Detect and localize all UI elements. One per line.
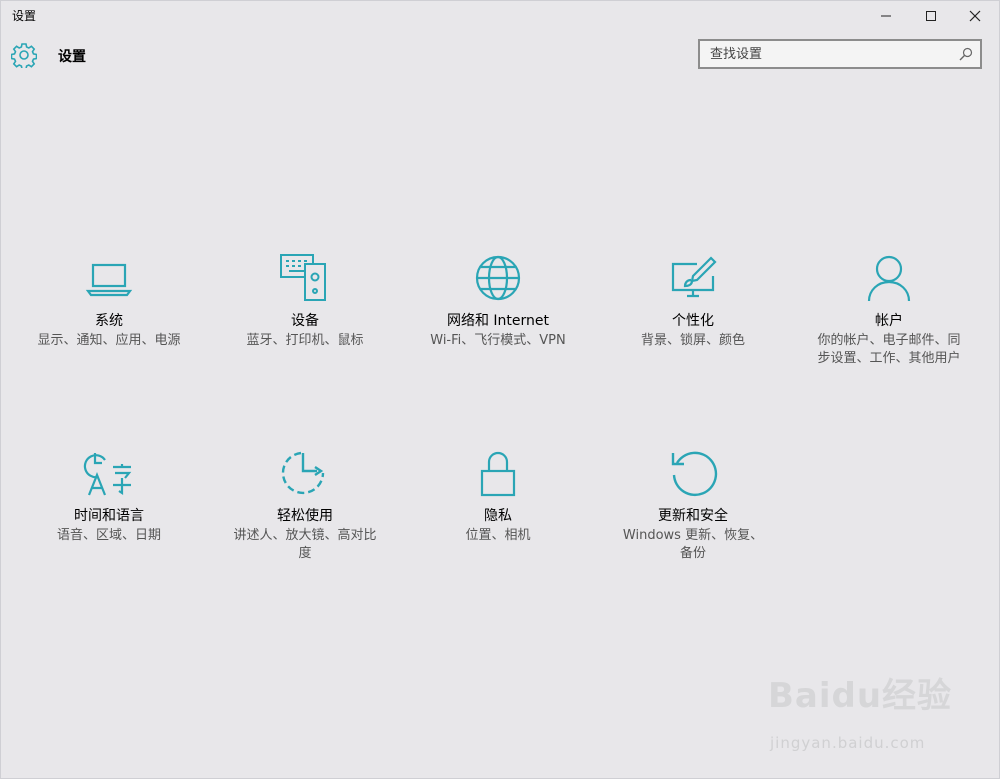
watermark-url: jingyan.baidu.com xyxy=(770,734,926,752)
laptop-icon xyxy=(85,263,133,297)
window-border xyxy=(0,0,1000,779)
maximize-icon xyxy=(926,11,936,21)
window-title: 设置 xyxy=(12,9,37,23)
category-desc: 背景、锁屏、颜色 xyxy=(640,333,745,348)
category-desc: 你的帐户、电子邮件、同步设置、工作、其他用户 xyxy=(817,333,961,366)
watermark: Baidu经验 jingyan.baidu.com xyxy=(768,668,988,768)
minimize-icon xyxy=(881,15,891,17)
category-desc: 位置、相机 xyxy=(465,528,531,543)
category-ease-of-access[interactable]: 轻松使用 讲述人、放大镜、高对比度 xyxy=(225,447,385,563)
category-name: 系统 xyxy=(95,313,123,329)
title-bar[interactable]: 设置 xyxy=(0,0,1000,32)
devices-icon xyxy=(280,254,326,301)
category-name: 帐户 xyxy=(875,313,903,329)
category-desc: 语音、区域、日期 xyxy=(56,528,161,543)
category-desc: Windows 更新、恢复、备份 xyxy=(622,528,764,561)
gear-icon xyxy=(11,43,37,68)
category-network[interactable]: 网络和 Internet Wi-Fi、飞行模式、VPN xyxy=(418,252,578,350)
category-update-security[interactable]: 更新和安全 Windows 更新、恢复、备份 xyxy=(613,447,773,563)
person-icon xyxy=(867,255,911,302)
category-personalization[interactable]: 个性化 背景、锁屏、颜色 xyxy=(613,252,773,350)
category-name: 个性化 xyxy=(672,313,714,329)
category-time-language[interactable]: 时间和语言 语音、区域、日期 xyxy=(29,447,189,545)
ease-of-access-icon xyxy=(281,451,325,495)
app-header: 设置 xyxy=(0,36,1000,76)
category-desc: 讲述人、放大镜、高对比度 xyxy=(233,528,377,561)
search-box[interactable] xyxy=(698,39,982,69)
maximize-button[interactable] xyxy=(909,0,953,32)
category-name: 更新和安全 xyxy=(658,508,728,524)
category-name: 轻松使用 xyxy=(277,508,333,524)
close-icon xyxy=(969,10,981,22)
update-icon xyxy=(671,451,718,496)
category-accounts[interactable]: 帐户 你的帐户、电子邮件、同步设置、工作、其他用户 xyxy=(809,252,969,368)
category-devices[interactable]: 设备 蓝牙、打印机、鼠标 xyxy=(225,252,385,350)
lock-icon xyxy=(480,451,516,497)
page-title: 设置 xyxy=(58,49,86,65)
search-input[interactable] xyxy=(700,41,960,67)
minimize-button[interactable] xyxy=(864,0,908,32)
paint-icon xyxy=(671,256,717,298)
time-language-icon xyxy=(83,453,132,496)
category-privacy[interactable]: 隐私 位置、相机 xyxy=(418,447,578,545)
category-name: 网络和 Internet xyxy=(446,313,550,329)
category-system[interactable]: 系统 显示、通知、应用、电源 xyxy=(29,252,189,350)
category-desc: 显示、通知、应用、电源 xyxy=(37,333,181,348)
category-name: 设备 xyxy=(291,313,319,329)
category-desc: 蓝牙、打印机、鼠标 xyxy=(246,333,364,348)
category-name: 时间和语言 xyxy=(74,508,144,524)
globe-icon xyxy=(475,255,521,301)
category-desc: Wi-Fi、飞行模式、VPN xyxy=(430,333,566,348)
search-icon[interactable] xyxy=(958,46,974,62)
category-name: 隐私 xyxy=(484,508,512,524)
watermark-logo: Baidu经验 xyxy=(768,676,953,716)
close-button[interactable] xyxy=(953,0,997,32)
